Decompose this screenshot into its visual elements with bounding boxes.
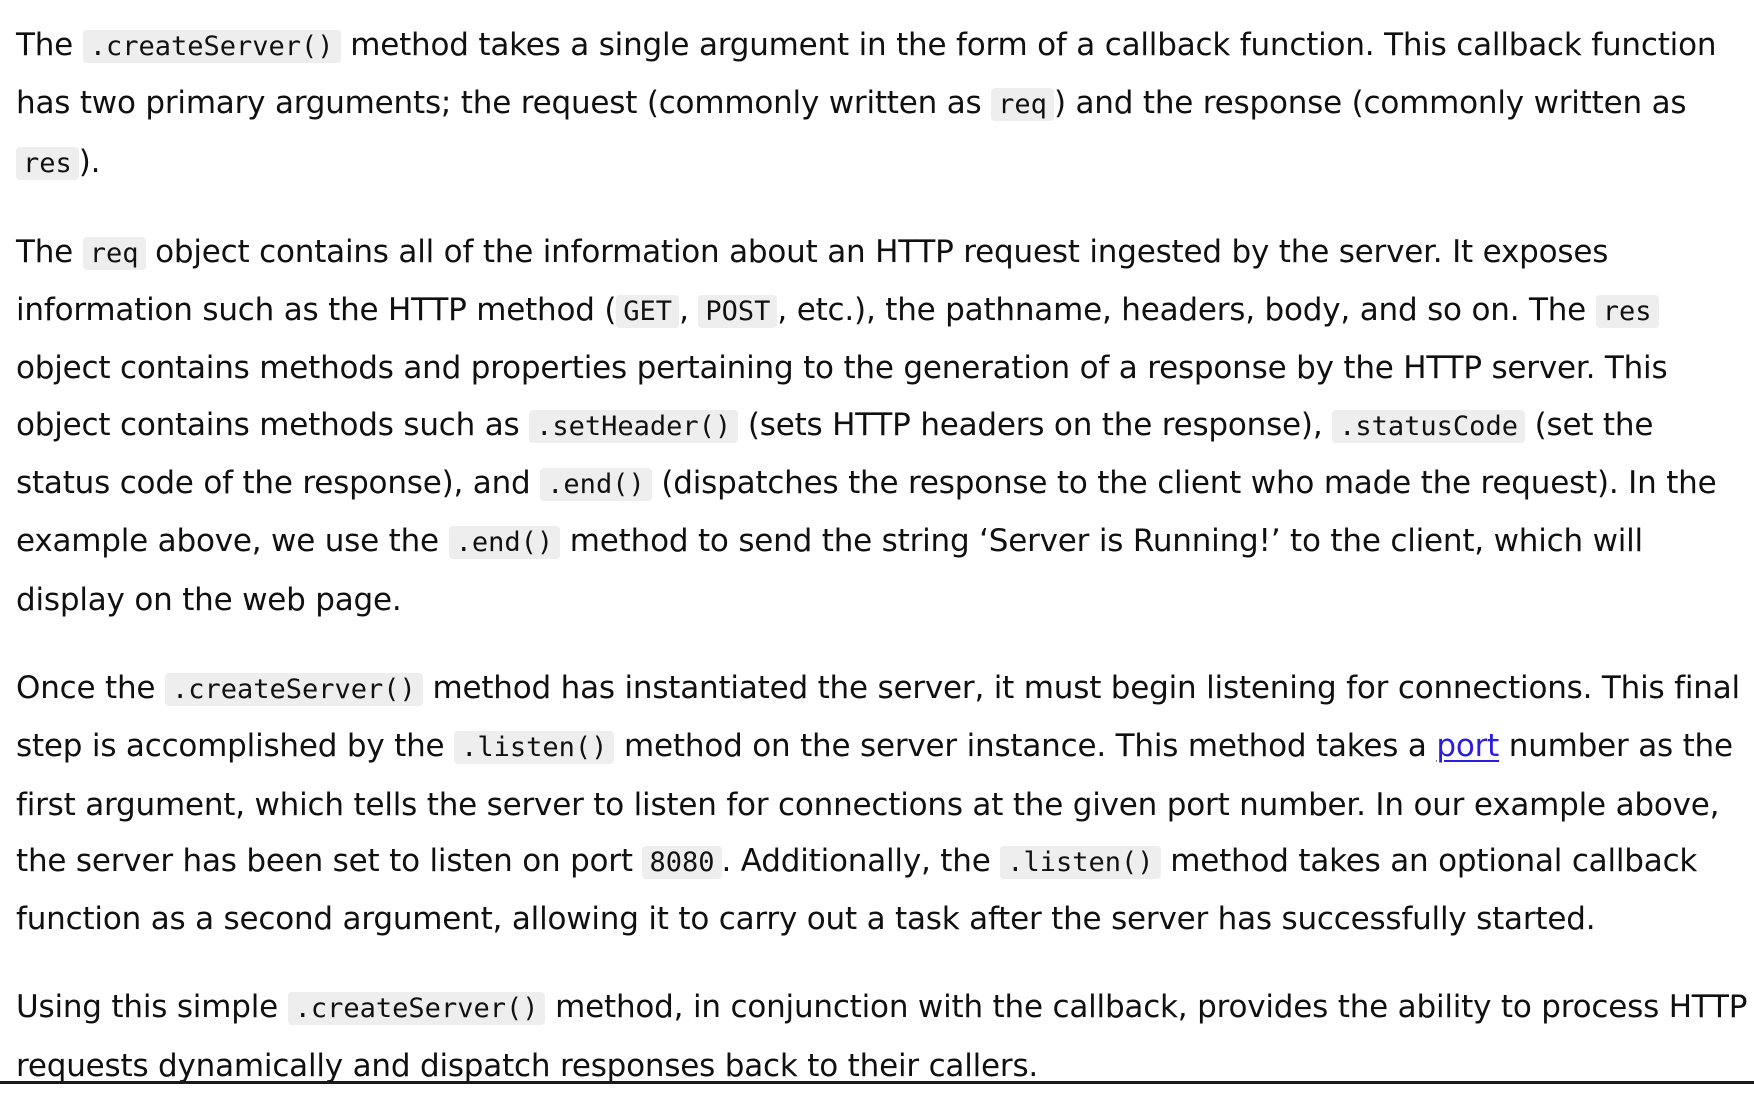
paragraph-text: The xyxy=(16,27,83,63)
inline-code: req xyxy=(82,236,146,270)
inline-code: .listen() xyxy=(454,731,615,765)
inline-code: .createServer() xyxy=(287,992,546,1026)
paragraph: The .createServer() method takes a singl… xyxy=(16,17,1752,192)
inline-code: 8080 xyxy=(642,845,722,879)
inline-code: .setHeader() xyxy=(529,409,739,443)
port-link[interactable]: port xyxy=(1436,728,1499,764)
paragraph: The req object contains all of the infor… xyxy=(16,224,1752,628)
paragraph-text: method on the server instance. This meth… xyxy=(614,728,1437,765)
inline-code: POST xyxy=(698,295,778,329)
paragraph-text: . Additionally, the xyxy=(721,842,1001,879)
inline-code: .end() xyxy=(448,526,561,560)
article-body: The .createServer() method takes a singl… xyxy=(16,17,1752,1094)
paragraph-text: Once the xyxy=(16,669,165,706)
inline-code: .createServer() xyxy=(82,30,341,63)
paragraph-text: ) and the response (commonly written as xyxy=(1053,85,1687,122)
paragraph-text: , etc.), the pathname, headers, body, an… xyxy=(777,292,1596,329)
inline-code: .listen() xyxy=(1000,845,1161,879)
paragraph-text: ). xyxy=(78,143,101,180)
inline-code: req xyxy=(991,88,1054,122)
inline-code: res xyxy=(1595,295,1659,329)
inline-code: .statusCode xyxy=(1332,409,1525,443)
paragraph: Once the .createServer() method has inst… xyxy=(16,660,1752,947)
inline-code: GET xyxy=(616,295,680,329)
paragraph-text: The xyxy=(16,233,83,270)
paragraph-text: Using this simple xyxy=(16,989,288,1026)
paragraph: Using this simple .createServer() method… xyxy=(16,979,1752,1094)
inline-code: .end() xyxy=(540,468,652,502)
paragraph-text: (sets HTTP headers on the response), xyxy=(738,406,1333,443)
paragraph-text: , xyxy=(679,292,699,329)
inline-code: .createServer() xyxy=(164,672,423,706)
inline-code: res xyxy=(16,146,79,180)
